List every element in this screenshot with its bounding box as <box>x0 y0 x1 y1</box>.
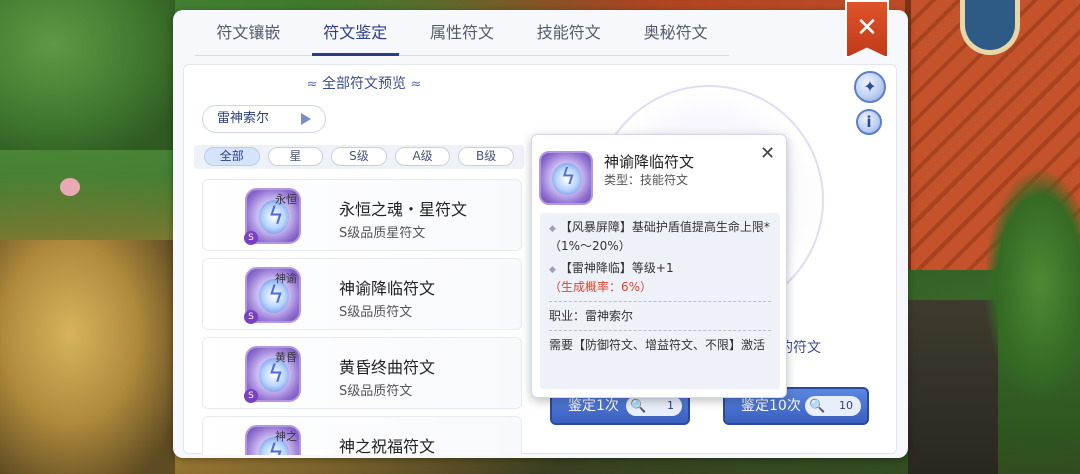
background-grass <box>0 240 175 474</box>
grade-badge: S <box>244 231 258 245</box>
divider <box>549 330 771 331</box>
tab-skill-rune[interactable]: 技能符文 <box>515 18 622 55</box>
grade-badge: S <box>244 389 258 403</box>
rune-icon: 黄昏 S <box>244 346 301 403</box>
preview-title: ≈ 全部符文预览 ≈ <box>264 73 464 93</box>
rune-icon: 永恒 S <box>244 188 301 245</box>
effect-line-2: ◆ 【雷神降临】等级+1 （生成概率：6%） <box>549 260 771 296</box>
info-button[interactable]: i <box>856 109 882 135</box>
tooltip-name: 神谕降临符文 <box>604 153 695 171</box>
close-icon: ✕ <box>856 13 878 43</box>
info-icon: i <box>866 113 872 131</box>
magnifier-icon: 🔍 <box>630 399 647 414</box>
hero-select[interactable]: 雷神索尔 <box>202 105 326 133</box>
rune-icon: 神之 S <box>245 425 301 455</box>
tooltip-close-button[interactable]: ✕ <box>760 143 775 164</box>
rune-row[interactable]: 黄昏 S 黄昏终曲符文 S级品质符文 <box>202 337 522 409</box>
rune-row[interactable]: 神之 S 神之祝福符文 <box>202 416 522 455</box>
filter-all[interactable]: 全部 <box>204 147 260 166</box>
rune-tooltip: 神谕降临符文 类型：技能符文 ✕ ◆【风暴屏障】基础护盾值提高生命上限*（1%～… <box>531 134 787 398</box>
grade-filter: 全部 星 S级 A级 B级 <box>194 145 524 169</box>
tooltip-rune-icon <box>539 151 593 205</box>
cost-value: 1 <box>667 399 674 412</box>
rune-name: 永恒之魂・星符文 <box>339 200 468 219</box>
filter-s[interactable]: S级 <box>331 147 387 166</box>
rune-name: 神谕降临符文 <box>339 279 436 298</box>
effect-text: 【风暴屏障】基础护盾值提高生命上限*（1%～20%） <box>549 220 770 253</box>
diamond-bullet-icon: ◆ <box>549 265 556 275</box>
background-tree <box>985 170 1080 400</box>
wand-icon: ✦ <box>863 77 877 96</box>
preview-title-text: 全部符文预览 <box>322 76 406 92</box>
appraise-ten-cost: 🔍 10 <box>805 396 861 416</box>
rune-name: 黄昏终曲符文 <box>339 358 436 377</box>
effect-text: 【雷神降临】等级+1 <box>559 261 674 275</box>
filter-a[interactable]: A级 <box>394 147 451 166</box>
rune-tag: 神谕 <box>275 272 297 285</box>
diamond-bullet-icon: ◆ <box>549 224 556 234</box>
effect-line-1: ◆ 【风暴屏障】基础护盾值提高生命上限*（1%～20%） <box>549 219 771 255</box>
play-arrow-icon <box>301 113 311 125</box>
rune-desc: S级品质星符文 <box>339 226 426 241</box>
tab-bar: 符文镶嵌 符文鉴定 属性符文 技能符文 奥秘符文 <box>195 18 729 56</box>
hero-select-label: 雷神索尔 <box>217 111 270 126</box>
rune-list[interactable]: 永恒 S 永恒之魂・星符文 S级品质星符文 神谕 S 神谕降临符文 S级品质符文… <box>202 179 522 455</box>
rune-tag: 永恒 <box>275 193 297 206</box>
divider <box>549 301 771 302</box>
appraise-once-cost: 🔍 1 <box>626 396 682 416</box>
rune-tag: 神之 <box>275 430 297 443</box>
filter-b[interactable]: B级 <box>458 147 514 166</box>
rune-row[interactable]: 永恒 S 永恒之魂・星符文 S级品质星符文 <box>202 179 522 251</box>
tab-rune-appraise[interactable]: 符文鉴定 <box>302 18 409 56</box>
tab-mystery-rune[interactable]: 奥秘符文 <box>622 18 729 55</box>
swirl-left-icon: ≈ <box>306 77 318 92</box>
tab-attribute-rune[interactable]: 属性符文 <box>409 18 516 55</box>
rune-tag: 黄昏 <box>275 351 297 364</box>
cost-value: 10 <box>839 399 853 412</box>
filter-star[interactable]: 星 <box>267 147 324 166</box>
appraise-ten-label: 鉴定10次 <box>741 398 801 414</box>
rune-desc: S级品质符文 <box>339 384 413 399</box>
effect-chance-text: （生成概率：6%） <box>549 280 653 294</box>
swirl-right-icon: ≈ <box>410 77 422 92</box>
tooltip-body: ◆ 【风暴屏障】基础护盾值提高生命上限*（1%～20%） ◆ 【雷神降临】等级+1（… <box>540 213 780 389</box>
job-text: 职业：雷神索尔 <box>549 309 634 323</box>
background-pebble <box>60 178 80 196</box>
rune-row[interactable]: 神谕 S 神谕降临符文 S级品质符文 <box>202 258 522 330</box>
rune-icon: 神谕 S <box>244 267 301 324</box>
background-hedge <box>0 0 175 150</box>
rune-name: 神之祝福符文 <box>339 437 436 455</box>
grade-badge: S <box>244 310 258 324</box>
wand-button[interactable]: ✦ <box>854 71 886 103</box>
appraise-once-label: 鉴定1次 <box>568 398 619 414</box>
magnifier-icon: 🔍 <box>809 399 826 414</box>
tooltip-type: 类型：技能符文 <box>604 173 689 187</box>
rune-desc: S级品质符文 <box>339 305 413 320</box>
lightning-icon <box>552 163 582 195</box>
requirement-text: 需要【防御符文、增益符文、不限】激活 <box>549 338 766 352</box>
tab-rune-inlay[interactable]: 符文镶嵌 <box>195 18 302 55</box>
